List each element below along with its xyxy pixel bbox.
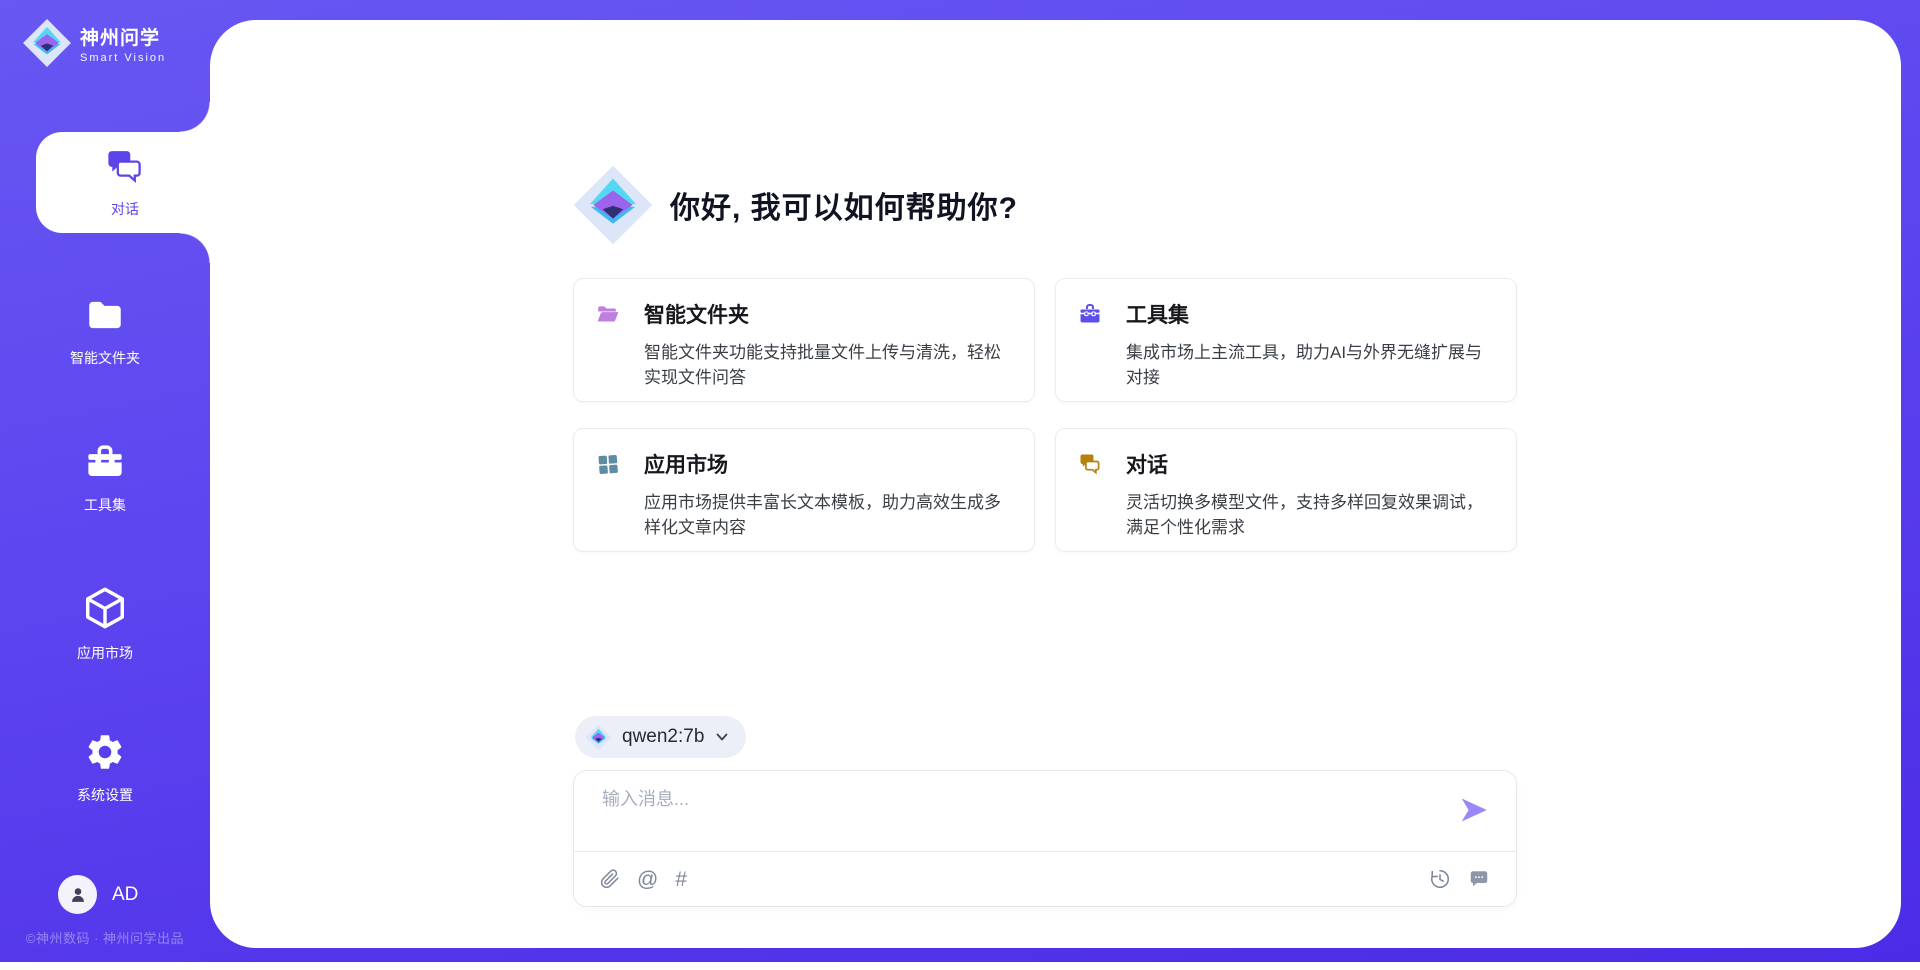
user-profile[interactable]: AD	[58, 875, 138, 914]
user-name: AD	[112, 884, 138, 906]
toolbox-icon	[84, 441, 126, 483]
folder-open-icon	[596, 302, 620, 326]
brand-logo-icon	[22, 18, 72, 68]
active-tab-fillet-bottom	[180, 233, 214, 263]
card-description: 应用市场提供丰富长文本模板，助力高效生成多样化文章内容	[644, 490, 1010, 540]
card-description: 智能文件夹功能支持批量文件上传与清洗，轻松实现文件问答	[644, 340, 1010, 390]
greeting-text: 你好, 我可以如何帮助你?	[670, 183, 1018, 227]
active-tab-fillet-top	[180, 102, 214, 132]
grid-icon	[596, 452, 620, 476]
gem-logo-icon	[585, 724, 612, 751]
brand-title: 神州问学	[80, 23, 166, 50]
chat-bubbles-icon	[104, 145, 146, 187]
gem-logo-icon	[572, 164, 654, 246]
sidebar-item-smart-folder[interactable]: 智能文件夹	[0, 294, 210, 368]
model-selector[interactable]: qwen2:7b	[575, 716, 746, 758]
sidebar-item-label: 工具集	[0, 495, 210, 515]
brand-text: 神州问学 Smart Vision	[80, 23, 166, 64]
sidebar-item-label: 应用市场	[0, 643, 210, 663]
toolbox-icon	[1078, 302, 1102, 326]
sidebar-item-label: 智能文件夹	[0, 348, 210, 368]
brand-subtitle: Smart Vision	[80, 52, 166, 64]
card-description: 灵活切换多模型文件，支持多样回复效果调试，满足个性化需求	[1126, 490, 1492, 540]
at-icon[interactable]: @	[637, 869, 658, 890]
card-title: 工具集	[1126, 299, 1492, 329]
card-app-market[interactable]: 应用市场 应用市场提供丰富长文本模板，助力高效生成多样化文章内容	[573, 428, 1035, 552]
message-composer: @ #	[573, 770, 1517, 907]
comment-icon[interactable]	[1468, 868, 1490, 890]
card-description: 集成市场上主流工具，助力AI与外界无缝扩展与对接	[1126, 340, 1492, 390]
message-input[interactable]	[602, 785, 1432, 843]
sidebar-item-label: 对话	[36, 199, 214, 219]
composer-toolbar: @ #	[574, 851, 1516, 906]
card-title: 智能文件夹	[644, 299, 1010, 329]
person-icon	[67, 884, 89, 906]
history-icon[interactable]	[1429, 868, 1451, 890]
sidebar-item-settings[interactable]: 系统设置	[0, 731, 210, 805]
sidebar-item-toolset[interactable]: 工具集	[0, 441, 210, 515]
send-icon	[1458, 794, 1490, 826]
copyright: ©神州数码 · 神州问学出品	[0, 928, 210, 947]
card-chat[interactable]: 对话 灵活切换多模型文件，支持多样回复效果调试，满足个性化需求	[1055, 428, 1517, 552]
folder-icon	[84, 294, 126, 336]
sidebar: 神州问学 Smart Vision 对话 智能文件夹	[0, 0, 210, 962]
gear-icon	[84, 731, 126, 773]
model-name: qwen2:7b	[622, 726, 704, 748]
paperclip-icon[interactable]	[600, 869, 620, 889]
sidebar-item-app-market[interactable]: 应用市场	[0, 585, 210, 663]
chat-bubbles-icon	[1078, 452, 1102, 476]
feature-cards: 智能文件夹 智能文件夹功能支持批量文件上传与清洗，轻松实现文件问答 工具集 集成…	[573, 278, 1517, 552]
cube-icon	[82, 585, 128, 631]
main-surface: 你好, 我可以如何帮助你? 智能文件夹 智能文件夹功能支持批量文件上传与清洗，轻…	[210, 20, 1901, 948]
card-smart-folder[interactable]: 智能文件夹 智能文件夹功能支持批量文件上传与清洗，轻松实现文件问答	[573, 278, 1035, 402]
send-button[interactable]	[1458, 794, 1490, 826]
card-title: 对话	[1126, 449, 1492, 479]
greeting: 你好, 我可以如何帮助你?	[572, 164, 1018, 246]
avatar	[58, 875, 97, 914]
chevron-down-icon	[714, 729, 730, 745]
hash-icon[interactable]: #	[675, 869, 687, 890]
sidebar-item-label: 系统设置	[0, 785, 210, 805]
app-root: 你好, 我可以如何帮助你? 智能文件夹 智能文件夹功能支持批量文件上传与清洗，轻…	[0, 0, 1920, 970]
sidebar-item-chat[interactable]: 对话	[36, 132, 214, 233]
brand: 神州问学 Smart Vision	[22, 18, 166, 68]
card-title: 应用市场	[644, 449, 1010, 479]
card-toolset[interactable]: 工具集 集成市场上主流工具，助力AI与外界无缝扩展与对接	[1055, 278, 1517, 402]
